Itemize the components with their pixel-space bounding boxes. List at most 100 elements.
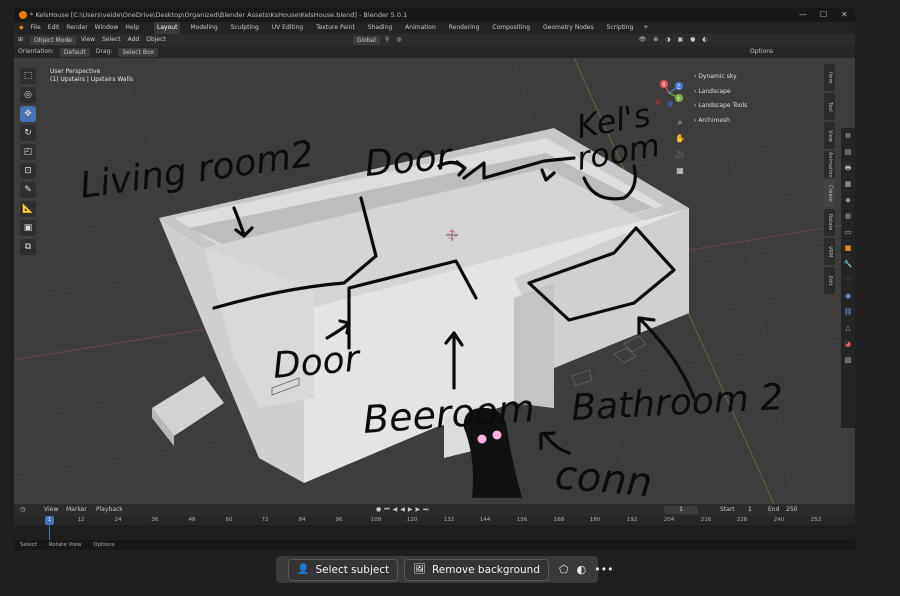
props-constraints-icon[interactable]: ⛓ — [841, 304, 855, 320]
3d-viewport[interactable]: X Y Z Living room2 Door Kel's room Door … — [14, 58, 855, 504]
drag-dropdown[interactable]: Select Box — [118, 47, 159, 57]
scale-tool-icon[interactable]: ◰ — [20, 144, 36, 160]
menu-add[interactable]: Add — [128, 34, 140, 46]
panel-landscape[interactable]: › Landscape — [694, 85, 747, 100]
menu-window[interactable]: Window — [95, 22, 119, 34]
tab-compositing[interactable]: Compositing — [489, 22, 533, 34]
mode-dropdown[interactable]: Object Mode — [30, 35, 76, 45]
current-frame-field[interactable]: 1 — [664, 506, 698, 514]
props-texture-icon[interactable]: ▧ — [841, 352, 855, 368]
color-adjust-icon[interactable]: ◐ — [577, 559, 587, 581]
zoom-icon[interactable]: ⌕ — [674, 118, 686, 130]
cursor-tool-icon[interactable]: ◎ — [20, 87, 36, 103]
rotate-tool-icon[interactable]: ↻ — [20, 125, 36, 141]
tab-create[interactable]: Create — [824, 180, 835, 207]
tab-rendering[interactable]: Rendering — [446, 22, 483, 34]
orientation-dropdown[interactable]: Default — [59, 47, 90, 57]
status-options: Options — [93, 542, 115, 548]
menu-select[interactable]: Select — [102, 34, 121, 46]
props-modifier-icon[interactable]: 🔧 — [841, 256, 855, 272]
menu-file[interactable]: File — [31, 22, 41, 34]
timeline-playback-menu[interactable]: Playback — [96, 504, 123, 516]
panel-archimesh[interactable]: › Archimesh — [694, 114, 747, 129]
props-material-icon[interactable]: ◕ — [841, 336, 855, 352]
snap-icon[interactable]: ⚲ — [385, 34, 389, 46]
shading-material-icon[interactable]: ◐ — [702, 34, 707, 46]
pan-hand-icon[interactable]: ✋ — [674, 134, 686, 146]
tab-item[interactable]: Item — [824, 64, 835, 91]
proportional-edit-icon[interactable]: ◎ — [396, 34, 401, 46]
close-button[interactable]: ✕ — [841, 8, 848, 22]
props-scene-icon[interactable]: ◈ — [841, 192, 855, 208]
blender-menu-icon[interactable]: ◆ — [19, 22, 24, 34]
menu-help[interactable]: Help — [125, 22, 139, 34]
tab-scripting[interactable]: Scripting — [604, 22, 637, 34]
tab-animation[interactable]: Animation — [402, 22, 439, 34]
tab-edit[interactable]: Edit — [824, 267, 835, 294]
transform-orientation-dropdown[interactable]: Global — [352, 35, 380, 45]
maximize-button[interactable]: ☐ — [820, 8, 827, 22]
props-particles-icon[interactable]: ⁘ — [841, 272, 855, 288]
end-frame-field[interactable]: 250 — [786, 504, 797, 516]
playhead[interactable]: 1 — [45, 516, 54, 525]
transform-tool-icon[interactable]: ⊡ — [20, 163, 36, 179]
props-tool-icon[interactable]: ⚙ — [841, 128, 855, 144]
props-collection-icon[interactable]: ▭ — [841, 224, 855, 240]
select-subject-button[interactable]: 👤 Select subject — [288, 558, 399, 581]
menu-view[interactable]: View — [81, 34, 95, 46]
camera-icon[interactable]: 🎥 — [674, 150, 686, 162]
minimize-button[interactable]: — — [799, 8, 807, 22]
panel-landscape-tools[interactable]: › Landscape Tools — [694, 99, 747, 114]
visibility-icon[interactable]: 👁 — [639, 34, 647, 46]
crop-shape-icon[interactable]: ⬠ — [559, 559, 569, 581]
timeline-editor-icon[interactable]: ◷ — [20, 504, 25, 516]
menu-render[interactable]: Render — [66, 22, 87, 34]
playback-controls[interactable]: ●⏮◀◀▶▶⏭ — [376, 504, 432, 516]
remove-background-label: Remove background — [431, 563, 541, 576]
tab-layout[interactable]: Layout — [154, 22, 181, 34]
tab-sculpting[interactable]: Sculpting — [228, 22, 262, 34]
start-frame-field[interactable]: 1 — [748, 504, 752, 516]
panel-dynamic-sky[interactable]: › Dynamic sky — [694, 70, 747, 85]
label-bathroom: Bathroom 2 — [570, 377, 784, 429]
tab-geometry-nodes[interactable]: Geometry Nodes — [540, 22, 597, 34]
menu-edit[interactable]: Edit — [48, 22, 60, 34]
more-options-button[interactable]: ••• — [594, 559, 613, 581]
add-object-tool-icon[interactable]: ⧉ — [20, 239, 36, 255]
start-label: Start — [720, 506, 735, 513]
timeline-view-menu[interactable]: View — [44, 504, 58, 516]
props-output-icon[interactable]: 🖶 — [841, 160, 855, 176]
grid-view-icon[interactable]: ▦ — [674, 166, 686, 178]
tab-animation-side[interactable]: Animation — [824, 151, 835, 178]
timeline-marker-menu[interactable]: Marker — [66, 504, 87, 516]
select-tool-icon[interactable]: ⬚ — [20, 68, 36, 84]
tab-texture-paint[interactable]: Texture Paint — [313, 22, 358, 34]
shading-solid-icon[interactable]: ● — [690, 34, 695, 46]
props-world-icon[interactable]: ◍ — [841, 208, 855, 224]
xray-icon[interactable]: ▣ — [677, 34, 683, 46]
gizmo-icon[interactable]: ⊕ — [653, 34, 658, 46]
measure-tool-icon[interactable]: 📐 — [20, 201, 36, 217]
props-data-icon[interactable]: △ — [841, 320, 855, 336]
tab-modeling[interactable]: Modeling — [187, 22, 220, 34]
tab-view[interactable]: View — [824, 122, 835, 149]
add-cube-tool-icon[interactable]: ▣ — [20, 220, 36, 236]
options-button[interactable]: Options — [750, 46, 773, 58]
props-view-layer-icon[interactable]: ▦ — [841, 176, 855, 192]
props-physics-icon[interactable]: ◉ — [841, 288, 855, 304]
tab-rotate[interactable]: Rotate — [824, 209, 835, 236]
add-workspace-button[interactable]: + — [643, 22, 648, 34]
props-render-icon[interactable]: ▤ — [841, 144, 855, 160]
tab-shading[interactable]: Shading — [365, 22, 395, 34]
tab-uv-editing[interactable]: UV Editing — [269, 22, 306, 34]
move-tool-icon[interactable]: ✥ — [20, 106, 36, 122]
tab-tool[interactable]: Tool — [824, 93, 835, 120]
annotate-tool-icon[interactable]: ✎ — [20, 182, 36, 198]
props-object-icon[interactable]: ■ — [841, 240, 855, 256]
timeline[interactable]: 1 12 24 36 48 60 72 84 96 108 120 132 14… — [14, 516, 855, 540]
remove-background-button[interactable]: 🖼 Remove background — [404, 558, 550, 581]
tab-vrm[interactable]: VRM — [824, 238, 835, 265]
overlay-icon[interactable]: ◑ — [665, 34, 670, 46]
editor-type-icon[interactable]: ⊞ — [18, 34, 23, 46]
menu-object[interactable]: Object — [146, 34, 166, 46]
